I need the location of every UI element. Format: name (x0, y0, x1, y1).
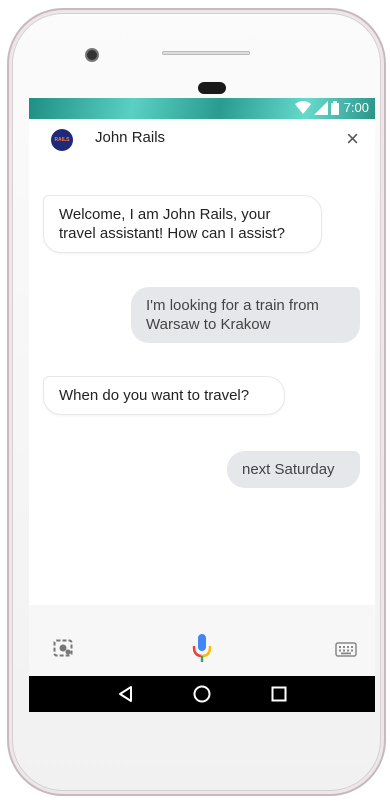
wifi-icon (294, 100, 311, 114)
back-icon[interactable] (116, 684, 136, 704)
chat-header: RAILS John Rails × (29, 119, 375, 161)
home-icon[interactable] (192, 684, 212, 704)
microphone-icon[interactable] (192, 634, 212, 664)
keyboard-icon[interactable] (335, 642, 357, 658)
battery-icon (330, 100, 339, 115)
lens-icon[interactable] (53, 639, 75, 659)
status-time: 7:00 (343, 100, 369, 115)
screen: 7:00 RAILS John Rails × Welcome, I am Jo… (29, 98, 375, 712)
chat-title: John Rails (95, 129, 166, 146)
message-user: I'm looking for a train from Warsaw to K… (131, 287, 360, 343)
chat-thread: Welcome, I am John Rails, your travel as… (29, 161, 375, 631)
message-text: Welcome, I am John Rails, your travel as… (59, 206, 285, 242)
message-text: next Saturday (242, 461, 335, 478)
navigation-bar (29, 676, 375, 712)
message-text: I'm looking for a train from Warsaw to K… (146, 297, 319, 333)
cellular-signal-icon (313, 100, 328, 115)
status-bar: 7:00 (29, 98, 375, 119)
status-icons: 7:00 (294, 100, 369, 115)
message-bot: When do you want to travel? (43, 376, 285, 415)
avatar: RAILS (51, 129, 73, 151)
message-text: When do you want to travel? (59, 387, 250, 404)
proximity-sensor (198, 82, 226, 94)
message-user: next Saturday (227, 451, 360, 488)
close-icon[interactable]: × (346, 126, 359, 152)
front-camera (85, 48, 99, 62)
message-bot: Welcome, I am John Rails, your travel as… (43, 195, 322, 253)
recents-icon[interactable] (269, 684, 289, 704)
earpiece-speaker (162, 51, 250, 55)
